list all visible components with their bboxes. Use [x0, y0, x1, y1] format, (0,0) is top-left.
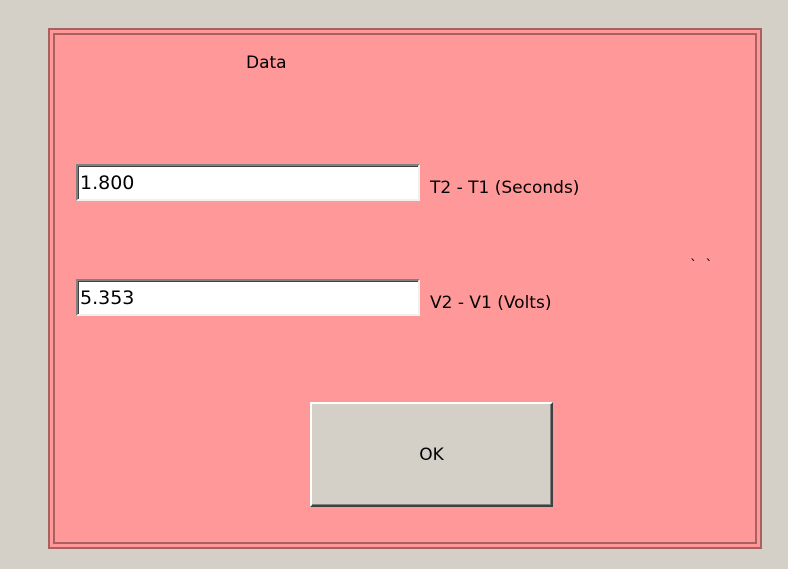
stray-mark: ` ` — [690, 258, 715, 274]
ok-button[interactable]: OK — [310, 402, 553, 507]
data-dialog: Data T2 - T1 (Seconds) ` ` V2 - V1 (Volt… — [48, 28, 762, 549]
time-difference-label: T2 - T1 (Seconds) — [430, 178, 580, 198]
voltage-difference-label: V2 - V1 (Volts) — [430, 293, 552, 313]
dialog-title: Data — [246, 53, 287, 73]
voltage-difference-field[interactable] — [76, 279, 420, 316]
time-difference-field[interactable] — [76, 164, 420, 201]
